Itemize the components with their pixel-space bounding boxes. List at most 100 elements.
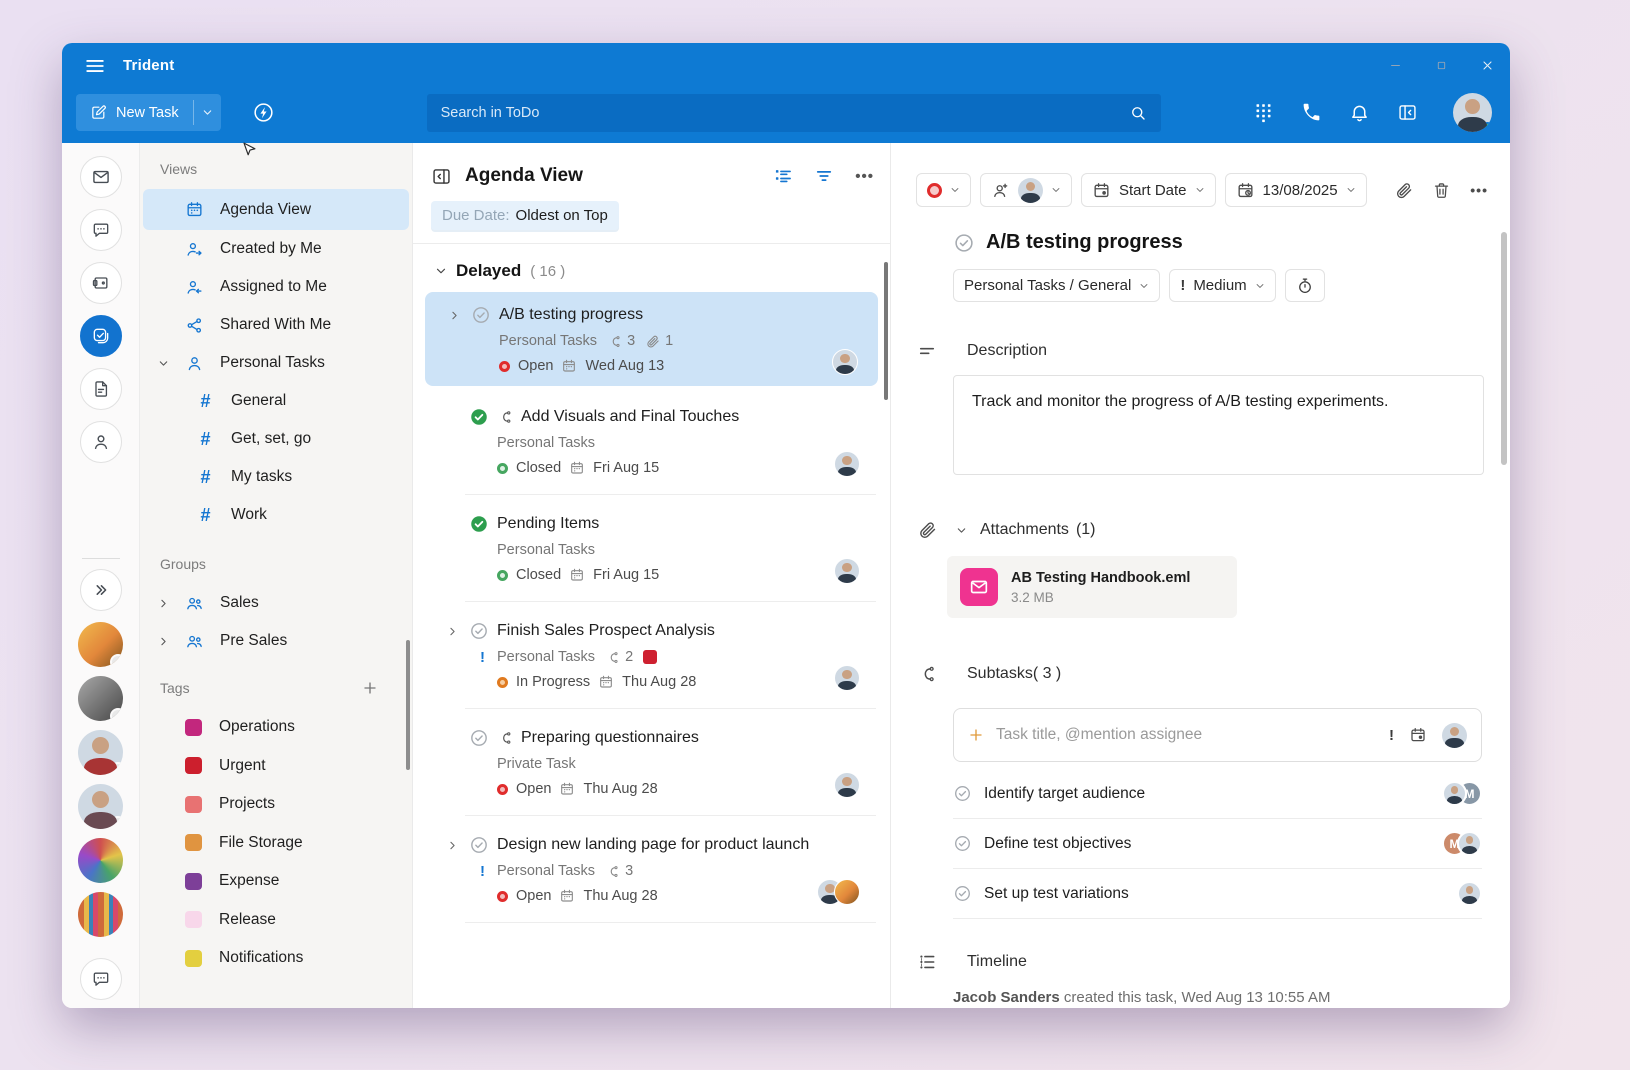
rail-chat-button[interactable]	[79, 209, 122, 251]
task-card[interactable]: Add Visuals and Final Touches Personal T…	[423, 394, 880, 488]
subtask-row[interactable]: Identify target audience M	[953, 769, 1482, 819]
task-checkbox-done[interactable]	[469, 407, 489, 427]
task-card[interactable]: Design new landing page for product laun…	[423, 822, 880, 916]
task-card[interactable]: Finish Sales Prospect Analysis ! Persona…	[423, 608, 880, 702]
user-avatar[interactable]	[1453, 93, 1492, 132]
view-options-icon[interactable]	[773, 166, 793, 186]
subtask-checkbox[interactable]	[953, 834, 972, 853]
subtask-row[interactable]: Define test objectives M	[953, 819, 1482, 869]
description-box[interactable]: Track and monitor the progress of A/B te…	[953, 375, 1484, 475]
chevron-down-icon[interactable]	[956, 525, 967, 536]
minimize-button[interactable]	[1372, 43, 1418, 88]
detail-scrollbar[interactable]	[1501, 232, 1507, 465]
search-icon[interactable]	[1129, 104, 1147, 122]
task-card[interactable]: Pending Items Personal Tasks Closed Fri …	[423, 501, 880, 595]
reminder-button[interactable]	[1284, 269, 1325, 302]
subtask-checkbox[interactable]	[953, 784, 972, 803]
list-more-button[interactable]: •••	[855, 168, 874, 185]
chevron-down-icon[interactable]	[158, 358, 169, 369]
task-card[interactable]: Preparing questionnaires Private Task Op…	[423, 715, 880, 809]
sort-chip[interactable]: Due Date: Oldest on Top	[431, 201, 619, 230]
task-checkbox-done[interactable]	[469, 514, 489, 534]
sidebar-item-created-by-me[interactable]: Created by Me	[140, 230, 412, 268]
detail-more-button[interactable]: •••	[1470, 182, 1488, 198]
sidebar-scrollbar[interactable]	[406, 640, 410, 770]
task-checkbox[interactable]	[469, 728, 489, 748]
new-task-button[interactable]: New Task	[76, 94, 193, 131]
sidebar-item-assigned-to-me[interactable]: Assigned to Me	[140, 268, 412, 306]
collapse-panel-icon[interactable]	[431, 166, 452, 187]
task-checkbox[interactable]	[953, 232, 975, 254]
side-panel-toggle[interactable]	[1397, 102, 1418, 123]
phone-button[interactable]	[1301, 102, 1322, 123]
sidebar-channel-get-set-go[interactable]: # Get, set, go	[140, 420, 412, 458]
hamburger-menu-icon[interactable]	[84, 55, 106, 77]
add-subtask-icon[interactable]	[968, 727, 984, 743]
tag-expense[interactable]: Expense	[140, 862, 412, 901]
search-input[interactable]	[426, 93, 1161, 132]
sidebar-item-agenda-view[interactable]: Agenda View	[143, 189, 409, 230]
subtask-input[interactable]	[996, 726, 1377, 744]
filter-icon[interactable]	[814, 166, 834, 186]
rail-expand-button[interactable]	[79, 569, 122, 611]
sidebar-channel-general[interactable]: # General	[140, 382, 412, 420]
sidebar-channel-my-tasks[interactable]: # My tasks	[140, 458, 412, 496]
section-delayed[interactable]: Delayed ( 16 )	[413, 244, 890, 290]
subtask-assignee-avatar[interactable]	[1442, 722, 1467, 748]
tag-notifications[interactable]: Notifications	[140, 939, 412, 978]
contact-avatar[interactable]	[78, 676, 123, 721]
task-checkbox[interactable]	[469, 835, 489, 855]
contact-avatar[interactable]	[78, 730, 123, 775]
contact-avatar[interactable]	[78, 892, 123, 937]
feedback-button[interactable]	[79, 958, 122, 1000]
rail-contacts-button[interactable]	[79, 421, 122, 463]
attachments-header[interactable]: Attachments (1)	[917, 520, 1096, 540]
task-card-selected[interactable]: A/B testing progress Personal Tasks 3 1 …	[425, 292, 878, 386]
rail-workdrive-button[interactable]	[79, 262, 122, 304]
maximize-button[interactable]	[1418, 43, 1464, 88]
start-date-dropdown[interactable]: Start Date	[1081, 173, 1216, 207]
expand-chevron-icon[interactable]	[449, 310, 460, 321]
contact-avatar[interactable]	[78, 784, 123, 829]
sidebar-group-pre-sales[interactable]: Pre Sales	[140, 622, 412, 660]
new-task-dropdown[interactable]	[194, 94, 221, 131]
tag-projects[interactable]: Projects	[140, 785, 412, 824]
task-checkbox[interactable]	[469, 621, 489, 641]
sidebar-item-personal-tasks[interactable]: Personal Tasks	[140, 344, 412, 382]
tag-urgent[interactable]: Urgent	[140, 747, 412, 786]
sidebar-channel-work[interactable]: # Work	[140, 496, 412, 534]
quick-actions-button[interactable]	[252, 101, 275, 124]
sidebar-item-shared-with-me[interactable]: Shared With Me	[140, 306, 412, 344]
due-date-dropdown[interactable]: 13/08/2025	[1224, 173, 1367, 207]
tag-operations[interactable]: Operations	[140, 708, 412, 747]
chevron-right-icon[interactable]	[158, 636, 169, 647]
priority-dropdown[interactable]: ! Medium	[1169, 269, 1276, 302]
notifications-button[interactable]	[1349, 102, 1370, 123]
tag-file-storage[interactable]: File Storage	[140, 824, 412, 863]
chevron-right-icon[interactable]	[158, 598, 169, 609]
rail-todo-button[interactable]	[79, 315, 122, 357]
contact-avatar[interactable]	[78, 622, 123, 667]
close-button[interactable]	[1464, 43, 1510, 88]
dialpad-button[interactable]	[1253, 102, 1274, 123]
subtask-checkbox[interactable]	[953, 884, 972, 903]
sidebar-group-sales[interactable]: Sales	[140, 584, 412, 622]
project-breadcrumb-dropdown[interactable]: Personal Tasks / General	[953, 269, 1161, 302]
tag-release[interactable]: Release	[140, 901, 412, 940]
task-checkbox[interactable]	[471, 305, 491, 325]
add-tag-button[interactable]	[362, 680, 378, 696]
status-dropdown[interactable]	[916, 173, 971, 207]
rail-notes-button[interactable]	[79, 368, 122, 410]
assignee-dropdown[interactable]	[980, 173, 1072, 207]
list-scrollbar[interactable]	[884, 262, 888, 400]
attach-file-button[interactable]	[1394, 181, 1413, 200]
attachment-card[interactable]: AB Testing Handbook.eml 3.2 MB	[947, 556, 1237, 618]
expand-chevron-icon[interactable]	[447, 626, 458, 637]
subtask-row[interactable]: Set up test variations	[953, 869, 1482, 919]
rail-mail-button[interactable]	[79, 156, 122, 198]
subtask-date-button[interactable]	[1409, 726, 1427, 744]
delete-task-button[interactable]	[1432, 181, 1451, 200]
expand-chevron-icon[interactable]	[447, 840, 458, 851]
subtask-priority-button[interactable]: !	[1389, 727, 1394, 744]
contact-avatar[interactable]	[78, 838, 123, 883]
